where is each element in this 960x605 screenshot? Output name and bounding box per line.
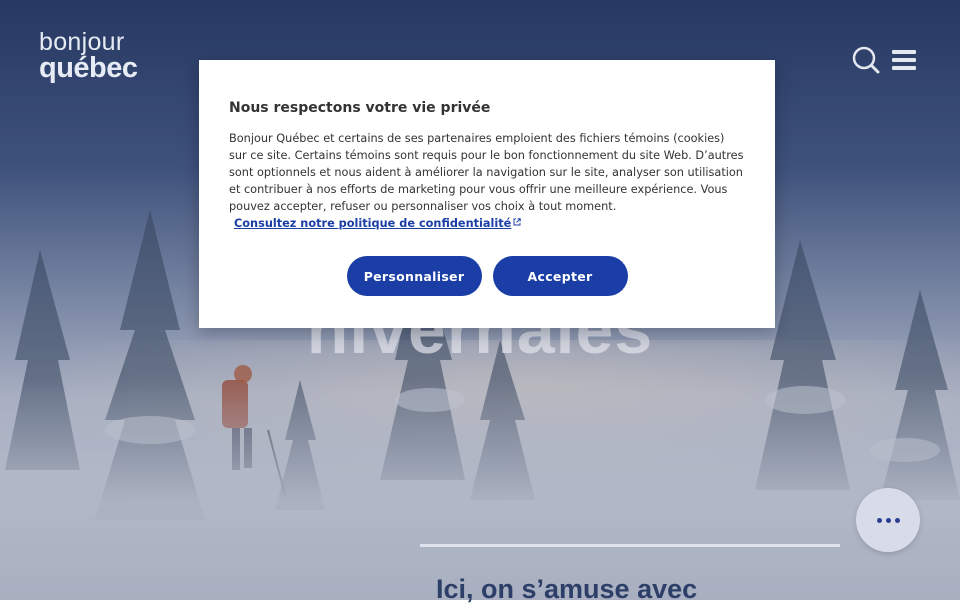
more-horizontal-icon-dot [885, 517, 891, 523]
search-icon[interactable] [852, 46, 880, 74]
accept-button[interactable]: Accepter [492, 256, 628, 296]
external-link-icon [513, 218, 522, 226]
privacy-policy-link-label: Consultez notre politique de confidentia… [234, 217, 512, 230]
more-horizontal-icon-dot [894, 517, 900, 523]
more-horizontal-icon [876, 517, 882, 523]
personalize-button[interactable]: Personnaliser [346, 256, 482, 296]
site-logo[interactable]: bonjour québec [39, 30, 138, 83]
hero-subline: Ici, on s’amuse avec [436, 574, 698, 604]
cookie-dialog-text: Bonjour Québec et certains de ses parten… [229, 132, 744, 213]
cookie-dialog-title: Nous respectons votre vie privée [229, 100, 491, 116]
logo-line2: québec [39, 52, 138, 84]
hero-divider [420, 544, 840, 547]
cookie-dialog-body: Bonjour Québec et certains de ses parten… [229, 130, 745, 232]
hamburger-menu-icon[interactable] [892, 49, 916, 71]
cookie-consent-dialog: Nous respectons votre vie privée Bonjour… [199, 60, 775, 328]
privacy-policy-link[interactable]: Consultez notre politique de confidentia… [234, 215, 522, 232]
more-options-button[interactable] [856, 488, 920, 552]
cookie-dialog-actions: Personnaliser Accepter [199, 256, 775, 296]
